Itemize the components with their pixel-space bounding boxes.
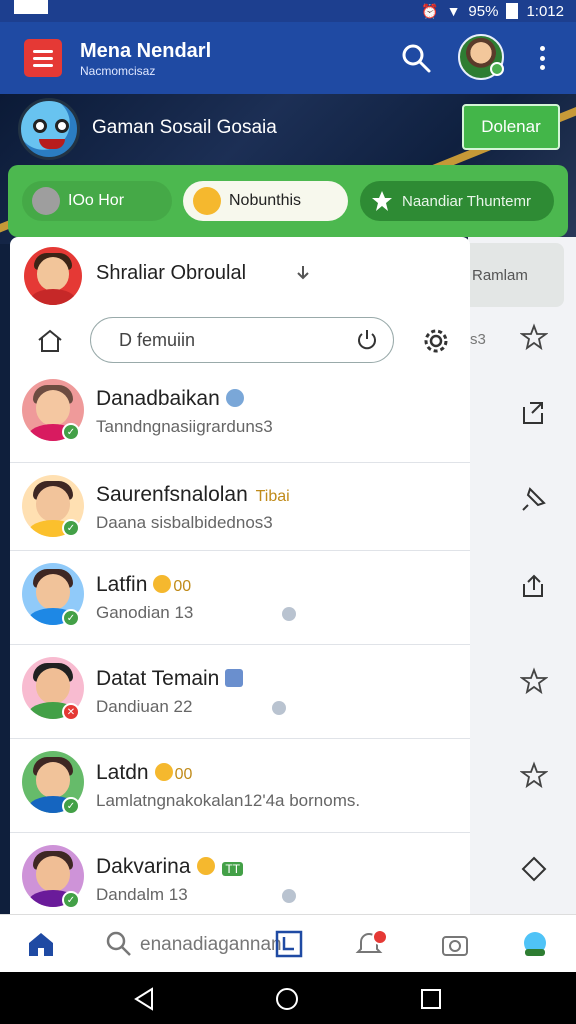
contact-subtitle: Dandalm 13 [96, 885, 188, 904]
shield-icon [282, 607, 296, 621]
alarm-icon: ⏰ [421, 2, 439, 19]
contact-name: Datat Temain [96, 667, 244, 691]
tab-label: Naandiar Thuntemr [402, 192, 531, 210]
share-icon[interactable] [520, 399, 548, 427]
contact-name: Latdn 00 [96, 761, 193, 784]
home-circle-icon[interactable] [274, 986, 300, 1012]
recents-icon[interactable] [418, 986, 444, 1012]
link-icon [272, 701, 286, 715]
online-badge-icon: ✓ [62, 891, 80, 909]
app-bar: Mena Nendarl Nacmomcisaz [0, 22, 576, 94]
emoji-icon [196, 857, 215, 875]
online-status-dot [490, 62, 504, 76]
avatar-icon [32, 187, 60, 215]
online-badge-icon: ✓ [62, 797, 80, 815]
search-icon[interactable] [400, 42, 432, 74]
star-icon[interactable] [520, 323, 548, 351]
chat-list-item[interactable]: ✓ Latfin 00 Ganodian 13 [10, 551, 470, 645]
tab-bar: IOo Hor Nobunthis Naandiar Thuntemr [8, 165, 568, 237]
drawer-header: Shraliar Obroulal [10, 237, 470, 309]
menu-button[interactable] [24, 39, 62, 77]
download-icon[interactable] [292, 263, 314, 285]
tab-label: Nobunthis [229, 192, 302, 209]
tag-icon[interactable] [274, 929, 304, 959]
user-avatar[interactable] [24, 247, 82, 305]
emoji-icon [154, 763, 173, 781]
panel-chip-label: Ramlam [472, 266, 528, 284]
chat-list-item[interactable]: ✓ Saurenfsnalolan Tibai Daana sisbalbide… [10, 463, 470, 551]
online-badge-icon: ✓ [62, 609, 80, 627]
bottom-nav: enanadiagannan [0, 914, 576, 972]
battery-percent: 95% [468, 2, 499, 20]
home-icon[interactable] [26, 929, 56, 959]
search-field[interactable] [90, 317, 394, 363]
mascot-logo-icon [18, 98, 80, 160]
contact-subtitle: Daana sisbalbidednos3 [96, 513, 273, 532]
emoji-icon [225, 389, 244, 407]
signal-icon: ▼ [446, 3, 461, 19]
star-icon[interactable] [520, 667, 548, 695]
status-icons: ⏰ ▼ 95% 1:012 [421, 0, 564, 22]
shield-icon [282, 889, 296, 903]
tab-label: IOo Hor [68, 192, 125, 209]
contact-name: Danadbaikan [96, 387, 244, 411]
star-icon[interactable] [520, 761, 548, 789]
contact-name: Dakvarina TT [96, 855, 244, 879]
emoji-icon [153, 575, 172, 593]
home-icon[interactable] [36, 327, 64, 355]
tab-1[interactable]: IOo Hor [22, 181, 172, 221]
notification-badge [372, 929, 388, 945]
app-title: Mena Nendarl [80, 40, 212, 62]
chat-list: ✓ Danadbaikan Tanndngnasiigrarduns3 ✓ Sa… [10, 373, 470, 917]
more-vertical-icon[interactable] [532, 42, 552, 74]
emoji-icon [193, 187, 221, 215]
busy-badge-icon: ✕ [62, 703, 80, 721]
search-row [10, 309, 470, 373]
contact-subtitle: Dandiuan 22 [96, 697, 193, 716]
menu-icon-line [33, 49, 53, 53]
contact-subtitle: Tanndngnasiigrarduns3 [96, 417, 273, 436]
search-icon[interactable] [104, 929, 134, 959]
online-badge-icon: ✓ [62, 519, 80, 537]
diamond-icon[interactable] [520, 855, 548, 883]
panel-chip[interactable]: Ramlam [468, 243, 564, 307]
contact-subtitle: Lamlatngnakokalan12'4a bornoms. [96, 791, 361, 810]
app-subtitle: Nacmomcisaz [80, 64, 156, 78]
back-icon[interactable] [132, 986, 158, 1012]
menu-icon-line [33, 56, 53, 60]
contact-subtitle: Ganodian 13 [96, 603, 194, 622]
star-burst-icon [372, 191, 392, 211]
drawer-user-name: Shraliar Obroulal [96, 262, 247, 284]
contact-name: Latfin 00 [96, 573, 192, 596]
search-input[interactable] [119, 328, 339, 352]
contacts-drawer: Shraliar Obroulal ✓ [10, 237, 470, 917]
system-nav-bar [0, 972, 576, 1024]
mascot-icon[interactable] [520, 929, 550, 959]
notification-indicator [14, 0, 48, 14]
upload-icon[interactable] [520, 572, 548, 600]
profile-avatar[interactable] [458, 34, 504, 80]
tab-3[interactable]: Naandiar Thuntemr [360, 181, 554, 221]
chat-list-item[interactable]: ✓ Danadbaikan Tanndngnasiigrarduns3 [10, 373, 470, 463]
chat-list-item[interactable]: ✕ Datat Temain Dandiuan 22 [10, 645, 470, 739]
menu-icon-line [33, 63, 53, 67]
camera-icon[interactable] [440, 929, 470, 959]
chat-list-item[interactable]: ✓ Dakvarina TT Dandalm 13 [10, 833, 470, 917]
hero-action-button[interactable]: Dolenar [462, 104, 560, 150]
panel-muted-text: s3 [470, 331, 486, 348]
background-panel: Ramlam s3 [468, 237, 576, 917]
emoji-icon [225, 669, 244, 687]
tab-2[interactable]: Nobunthis [183, 181, 348, 221]
pin-icon[interactable] [520, 485, 548, 513]
search-label[interactable]: enanadiagannan [140, 934, 282, 956]
clock: 1:012 [526, 2, 564, 20]
gear-icon[interactable] [422, 327, 450, 355]
hero-title: Gaman Sosail Gosaia [92, 117, 277, 138]
status-bar: ⏰ ▼ 95% 1:012 [0, 0, 576, 22]
chat-list-item[interactable]: ✓ Latdn 00 Lamlatngnakokalan12'4a bornoms… [10, 739, 470, 833]
online-badge-icon: ✓ [62, 423, 80, 441]
power-icon[interactable] [355, 328, 379, 352]
battery-icon [506, 3, 519, 19]
contact-name: Saurenfsnalolan Tibai [96, 483, 290, 506]
